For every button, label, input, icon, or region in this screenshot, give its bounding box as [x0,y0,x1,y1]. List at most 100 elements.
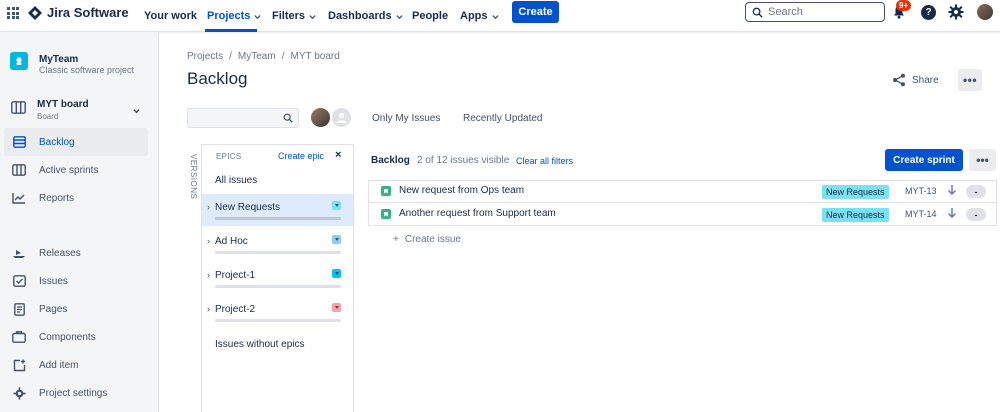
quick-filter-only-my-issues[interactable]: Only My Issues [372,113,440,124]
issue-key[interactable]: MYT-13 [905,186,937,196]
chevron-right-icon[interactable]: › [207,270,210,280]
epic-item-project-1[interactable]: › Project-1 [202,262,353,294]
estimate-badge[interactable]: - [966,185,986,198]
nav-dashboards[interactable]: Dashboards [328,7,404,25]
epic-name: Project-1 [215,270,256,281]
epic-menu-icon[interactable] [332,235,341,244]
backlog-issue-list: New request from Ops team New Requests M… [368,180,997,226]
app-switcher-icon[interactable] [7,7,19,19]
epic-item-new-requests[interactable]: › New Requests [202,194,353,226]
sidebar-item-label: Add item [39,359,79,371]
epic-all-issues[interactable]: All issues [215,175,257,186]
issue-row[interactable]: Another request from Support team New Re… [369,204,996,226]
breadcrumb: Projects / MyTeam / MYT board [187,51,340,62]
backlog-search-field[interactable] [187,108,299,128]
notification-count-badge: 9+ [896,0,912,11]
sidebar-item-label: Reports [39,192,75,204]
nav-apps[interactable]: Apps [460,7,500,25]
breadcrumb-separator: / [229,51,232,62]
epic-item-ad-hoc[interactable]: › Ad Hoc [202,228,353,260]
jira-logo[interactable]: Jira Software [28,5,129,20]
epic-menu-icon[interactable] [332,201,341,210]
assignee-avatar-unassigned[interactable] [330,106,353,129]
sidebar-item-reports[interactable]: Reports [4,184,148,212]
estimate-badge[interactable]: - [966,208,986,221]
chevron-right-icon[interactable]: › [207,202,210,212]
board-selector[interactable]: MYT board Board [11,98,148,124]
chevron-down-icon [133,109,140,114]
nav-label: Filters [272,10,306,22]
epic-progress-bar [215,285,341,288]
breadcrumb-board[interactable]: MYT board [290,51,339,62]
project-name: MyTeam [39,54,79,65]
settings-icon [12,386,26,400]
share-button[interactable]: Share [892,70,939,90]
epic-menu-icon[interactable] [332,269,341,278]
chevron-right-icon[interactable]: › [207,304,210,314]
clear-all-filters-link[interactable]: Clear all filters [516,156,573,166]
sidebar-item-issues[interactable]: Issues [4,267,148,295]
search-field[interactable] [745,2,885,22]
settings-gear-icon[interactable] [948,4,964,20]
page-title: Backlog [187,69,248,88]
epic-item-project-2[interactable]: › Project-2 [202,296,353,328]
board-name: MYT board [37,99,89,110]
issue-key[interactable]: MYT-14 [905,209,937,219]
epic-menu-icon[interactable] [332,303,341,312]
assignee-avatar-user[interactable] [309,106,332,129]
components-icon [12,330,26,344]
sidebar-item-label: Active sprints [39,164,99,176]
backlog-more-button[interactable]: ••• [969,149,996,171]
sidebar-item-label: Pages [39,303,68,315]
sidebar-item-project-settings[interactable]: Project settings [4,379,148,407]
backlog-icon [12,135,26,149]
chevron-down-icon [309,14,316,19]
chevron-down-icon [395,14,403,19]
help-icon[interactable]: ? [921,5,936,20]
nav-people[interactable]: People [412,7,448,25]
create-sprint-button[interactable]: Create sprint [885,149,963,171]
create-issue-link[interactable]: + Create issue [393,234,461,245]
nav-label: Apps [460,10,488,22]
epic-progress-bar [215,319,341,322]
epic-progress-bar [215,217,341,220]
sidebar-item-add-item[interactable]: Add item [4,351,148,379]
create-issue-label: Create issue [404,234,461,245]
nav-label: People [412,10,449,22]
board-icon [11,101,26,114]
breadcrumb-projects[interactable]: Projects [187,51,223,62]
epic-lozenge[interactable]: New Requests [822,208,889,222]
nav-filters[interactable]: Filters [272,7,317,25]
active-nav-indicator [205,29,257,32]
share-label: Share [912,74,939,86]
search-input[interactable] [768,6,868,18]
nav-your-work[interactable]: Your work [144,7,197,25]
epic-lozenge[interactable]: New Requests [822,185,889,199]
nav-projects[interactable]: Projects [207,7,262,25]
sidebar-item-releases[interactable]: Releases [4,239,148,267]
project-sidebar: MyTeam Classic software project MYT boar… [0,32,159,412]
logo-text: Jira Software [47,5,129,20]
project-header[interactable] [10,52,28,70]
sidebar-item-active-sprints[interactable]: Active sprints [4,156,148,184]
quick-filter-recently-updated[interactable]: Recently Updated [463,113,543,124]
epic-progress-bar [215,251,341,254]
issue-summary: Another request from Support team [399,208,556,219]
user-avatar[interactable] [977,4,993,20]
story-icon [381,209,391,219]
sidebar-item-backlog[interactable]: Backlog [4,128,148,156]
sidebar-item-components[interactable]: Components [4,323,148,351]
close-icon[interactable]: × [335,149,341,161]
issues-without-epics[interactable]: Issues without epics [215,339,305,350]
create-epic-link[interactable]: Create epic [278,151,324,161]
more-actions-button[interactable]: ••• [958,69,982,91]
sidebar-item-label: Components [39,331,96,343]
issue-row[interactable]: New request from Ops team New Requests M… [369,181,996,203]
sidebar-item-pages[interactable]: Pages [4,295,148,323]
epic-name: Ad Hoc [215,236,248,247]
breadcrumb-myteam[interactable]: MyTeam [238,51,276,62]
chevron-right-icon[interactable]: › [207,236,210,246]
create-button[interactable]: Create [512,1,559,23]
backlog-title: Backlog [371,155,410,166]
versions-panel-tab[interactable]: VERSIONS [186,154,200,214]
